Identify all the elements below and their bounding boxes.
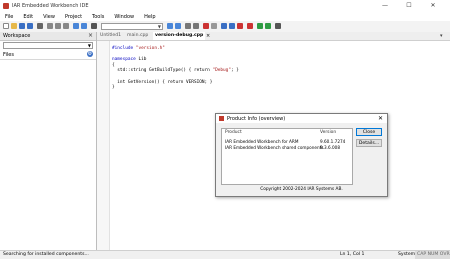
find-in-files-icon[interactable] xyxy=(185,23,191,29)
title-bar: IAR Embedded Workbench IDE — ☐ ✕ xyxy=(0,0,450,12)
next-bookmark-icon[interactable] xyxy=(211,23,217,29)
make-icon[interactable] xyxy=(229,23,235,29)
menu-edit[interactable]: Edit xyxy=(18,14,38,20)
code-token: #include xyxy=(112,46,134,51)
toggle-breakpoint-icon[interactable] xyxy=(247,23,253,29)
find-combobox[interactable]: ▼ xyxy=(101,23,163,30)
code-token: } xyxy=(112,85,115,91)
chevron-down-icon[interactable]: ▼ xyxy=(88,43,91,48)
product-version: 9.60.1.7274 xyxy=(320,139,346,144)
close-tab-icon[interactable]: × xyxy=(206,32,210,40)
editor-tab-bar: Untitled1 main.cpp version-debug.cpp × ▾ xyxy=(97,32,450,41)
menu-help[interactable]: Help xyxy=(139,14,160,20)
product-list[interactable]: Product Version IAR Embedded Workbench f… xyxy=(221,128,353,185)
code-token: "Debug" xyxy=(212,68,231,74)
column-header-product[interactable]: Product xyxy=(225,130,242,135)
code-line: #include "version.h" xyxy=(112,46,165,51)
debug-without-download-icon[interactable] xyxy=(265,23,271,29)
code-line: std::string GetBuildType() { return "Deb… xyxy=(112,68,239,73)
workspace-header: Workspace × xyxy=(0,32,96,41)
tab-untitled1[interactable]: Untitled1 xyxy=(100,32,124,40)
find-next-icon[interactable] xyxy=(175,23,181,29)
column-header-version[interactable]: Version xyxy=(320,130,336,135)
product-name: IAR Embedded Workbench shared components xyxy=(225,145,324,150)
workspace-panel: Workspace × ▼ Files ⚙ xyxy=(0,32,97,250)
code-token: namespace xyxy=(112,57,136,63)
menu-view[interactable]: View xyxy=(38,14,60,20)
go-to-icon[interactable] xyxy=(193,23,199,29)
code-line: } xyxy=(112,85,115,90)
download-and-debug-icon[interactable] xyxy=(257,23,263,29)
workspace-title: Workspace xyxy=(3,33,31,39)
details-button[interactable]: Details... xyxy=(356,139,382,147)
product-version: 9.3.6.008 xyxy=(320,145,340,150)
tab-main-cpp[interactable]: main.cpp xyxy=(127,32,149,40)
stop-build-icon[interactable] xyxy=(237,23,243,29)
menu-bar: File Edit View Project Tools Window Help xyxy=(0,12,450,21)
undo-icon[interactable] xyxy=(73,23,79,29)
menu-file[interactable]: File xyxy=(0,14,18,20)
save-icon[interactable] xyxy=(19,23,25,29)
new-file-icon[interactable] xyxy=(3,23,9,29)
chevron-down-icon[interactable]: ▼ xyxy=(158,24,161,29)
cursor-position: Ln 1, Col 1 xyxy=(340,252,365,257)
close-window-button[interactable]: ✕ xyxy=(424,1,442,11)
files-label: Files xyxy=(3,52,14,58)
tab-version-debug-cpp[interactable]: version-debug.cpp xyxy=(153,32,205,40)
code-token: std::string GetBuildType() { return xyxy=(112,68,213,74)
paste-icon[interactable] xyxy=(63,23,69,29)
line-gutter xyxy=(97,41,110,250)
print-icon[interactable] xyxy=(37,23,43,29)
code-token: ; } xyxy=(230,68,239,74)
caps-num-ovr: CAP NUM OVR xyxy=(417,252,450,257)
more-tools-icon[interactable] xyxy=(275,23,281,29)
dialog-title-bar: Product Info (overview) ✕ xyxy=(216,114,387,123)
code-token: "version.h" xyxy=(135,46,165,51)
maximize-button[interactable]: ☐ xyxy=(400,1,418,11)
tab-list-chevron-icon[interactable]: ▾ xyxy=(440,32,443,40)
save-all-icon[interactable] xyxy=(27,23,33,29)
gear-icon[interactable]: ⚙ xyxy=(87,51,93,57)
product-name: IAR Embedded Workbench for ARM xyxy=(225,139,299,144)
cut-icon[interactable] xyxy=(47,23,53,29)
menu-project[interactable]: Project xyxy=(60,14,87,20)
redo-icon[interactable] xyxy=(81,23,87,29)
close-button[interactable]: Close xyxy=(356,128,382,136)
copy-icon[interactable] xyxy=(55,23,61,29)
system-label: System xyxy=(398,252,416,257)
iar-app-icon xyxy=(219,116,224,121)
menu-window[interactable]: Window xyxy=(109,14,139,20)
status-message: Searching for installed components... xyxy=(3,252,89,257)
code-token: Lib xyxy=(135,57,147,63)
open-folder-icon[interactable] xyxy=(11,23,17,29)
close-icon[interactable]: × xyxy=(88,32,93,39)
menu-tools[interactable]: Tools xyxy=(87,14,109,20)
minimize-button[interactable]: — xyxy=(376,1,394,11)
code-token: int GetVersion() { return VERSION; } xyxy=(112,79,213,85)
iar-app-icon xyxy=(3,3,9,9)
navigate-icon[interactable] xyxy=(91,23,97,29)
window-title: IAR Embedded Workbench IDE xyxy=(12,3,89,9)
product-info-dialog: Product Info (overview) ✕ Product Versio… xyxy=(215,113,388,197)
compile-icon[interactable] xyxy=(221,23,227,29)
files-column-header: Files ⚙ xyxy=(0,51,96,60)
code-line: int GetVersion() { return VERSION; } xyxy=(112,80,212,85)
dialog-close-icon[interactable]: ✕ xyxy=(378,115,383,122)
find-previous-icon[interactable] xyxy=(167,23,173,29)
dialog-title: Product Info (overview) xyxy=(227,116,286,122)
code-line: namespace Lib xyxy=(112,57,146,62)
workspace-configuration-dropdown[interactable]: ▼ xyxy=(3,42,93,49)
copyright-text: Copyright 2002-2024 IAR Systems AB. xyxy=(260,187,343,192)
toggle-bookmark-icon[interactable] xyxy=(203,23,209,29)
